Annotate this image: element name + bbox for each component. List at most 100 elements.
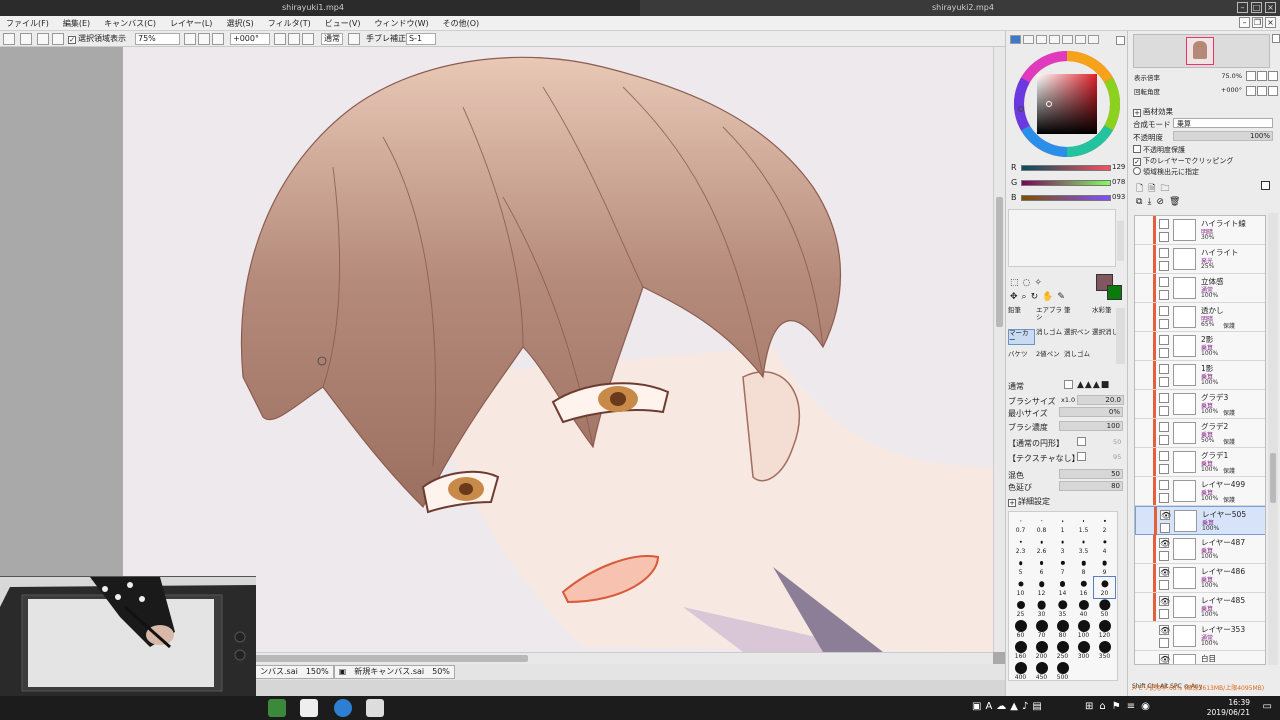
blend-row[interactable]: 混色 50 <box>1007 469 1125 480</box>
brush-size-preset[interactable]: 0.8 <box>1031 514 1052 535</box>
eye-icon[interactable]: 👁 <box>1160 510 1171 520</box>
invert-selection-icon[interactable] <box>52 33 64 45</box>
layer-row[interactable]: レイヤー499 乗算 100% 保護 <box>1135 477 1265 506</box>
nav-zoom-out-icon[interactable] <box>1246 71 1256 81</box>
vscroll-thumb[interactable] <box>996 197 1003 327</box>
clock[interactable]: 16:39 2019/06/21 <box>1207 698 1250 718</box>
nav-rotate-left-icon[interactable] <box>1246 86 1256 96</box>
detail-settings-toggle[interactable]: + 詳細設定 <box>1007 495 1125 507</box>
layer-row[interactable]: 1影 乗算 100% <box>1135 361 1265 390</box>
layer-row[interactable]: 2影 乗算 100% <box>1135 332 1265 361</box>
eye-icon[interactable]: 👁 <box>1159 538 1170 548</box>
tool-brush[interactable]: 筆 <box>1064 307 1091 323</box>
tool-eraser-2[interactable]: 消しゴム <box>1064 351 1091 367</box>
tool-binary-pen[interactable]: 2値ペン <box>1036 351 1063 367</box>
selection-display-checkbox[interactable]: ✓ <box>68 36 76 44</box>
navigator-preview[interactable] <box>1133 34 1270 68</box>
canvas-vertical-scrollbar[interactable] <box>993 47 1005 652</box>
maximize-icon[interactable]: □ <box>1251 2 1262 13</box>
brush-size-preset[interactable]: 20 <box>1093 576 1116 599</box>
doc-tab-1[interactable]: ンバス.sai 150% <box>255 665 334 679</box>
eye-icon[interactable] <box>1159 393 1169 403</box>
swatch-tab-icon[interactable] <box>1049 35 1060 44</box>
blend-mode-row[interactable]: 合成モード 乗算 <box>1133 118 1273 130</box>
color-wheel-tab-icon[interactable] <box>1010 35 1021 44</box>
layer-row[interactable]: グラデ1 乗算 100% 保護 <box>1135 448 1265 477</box>
brush-edge-icons[interactable]: ▲▲▲■ <box>1077 380 1110 390</box>
lasso-icon[interactable]: ◌ <box>1023 278 1035 288</box>
canvas-horizontal-scrollbar[interactable] <box>250 652 993 664</box>
min-size-row[interactable]: 最小サイズ 0% <box>1007 407 1125 418</box>
layer-scrollbar[interactable] <box>1268 213 1278 665</box>
layer-lock-icon[interactable] <box>1160 523 1170 533</box>
new-layer-icon[interactable]: 🗋 <box>1136 181 1143 197</box>
blend-mode-select[interactable]: 乗算 <box>1173 118 1273 128</box>
brush-size-preset[interactable]: 9 <box>1094 556 1115 577</box>
brush-size-preset[interactable]: 2.6 <box>1031 535 1052 556</box>
canvas-artwork[interactable] <box>123 47 993 652</box>
brush-size-preset[interactable]: 300 <box>1073 640 1094 661</box>
tool-airbrush[interactable]: エアブラシ <box>1036 307 1063 323</box>
rotate-left-icon[interactable] <box>274 33 286 45</box>
clipping-option[interactable]: ✓ 下のレイヤーでクリッピング <box>1133 156 1233 166</box>
new-folder-icon[interactable]: 🗀 <box>1161 181 1170 197</box>
brush-size-preset[interactable]: 8 <box>1073 556 1094 577</box>
rgb-slider-tab-icon[interactable] <box>1023 35 1034 44</box>
layer-lock-icon[interactable] <box>1159 290 1169 300</box>
brush-size-preset[interactable]: 200 <box>1031 640 1052 661</box>
opacity-protect-checkbox[interactable] <box>1133 145 1141 153</box>
brush-size-preset[interactable]: 3.5 <box>1073 535 1094 556</box>
opacity-row[interactable]: 不透明度 100% <box>1133 131 1273 143</box>
stabilizer-select[interactable]: S-1 <box>406 33 436 45</box>
eye-icon[interactable]: 👁 <box>1159 596 1170 606</box>
deselect-icon[interactable] <box>37 33 49 45</box>
brush-size-preset[interactable]: 450 <box>1031 661 1052 682</box>
navigator-menu-icon[interactable] <box>1272 34 1280 43</box>
brush-size-preset[interactable]: 4 <box>1094 535 1115 556</box>
rotation-select[interactable]: +000° <box>230 33 270 45</box>
eye-icon[interactable] <box>1159 248 1169 258</box>
opacity-protect-option[interactable]: 不透明度保護 <box>1133 145 1185 155</box>
undo-icon[interactable] <box>3 33 15 45</box>
eye-icon[interactable] <box>1159 422 1169 432</box>
menu-canvas[interactable]: キャンバス(C) <box>104 18 156 29</box>
zoom-out-icon[interactable] <box>184 33 196 45</box>
menu-other[interactable]: その他(O) <box>443 18 480 29</box>
tray-icons[interactable]: ▣A☁▲♪▤ <box>972 701 1046 712</box>
eye-icon[interactable] <box>1159 219 1169 229</box>
brush-size-preset[interactable]: 350 <box>1094 640 1115 661</box>
eye-icon[interactable] <box>1159 364 1169 374</box>
menu-layer[interactable]: レイヤー(L) <box>170 18 212 29</box>
brush-size-row[interactable]: ブラシサイズ x1.0 20.0 <box>1007 395 1125 406</box>
app-close-icon[interactable]: × <box>1265 17 1276 28</box>
brush-size-preset[interactable]: 1 <box>1052 514 1073 535</box>
menu-window[interactable]: ウィンドウ(W) <box>374 18 428 29</box>
app-restore-icon[interactable]: ❐ <box>1252 17 1263 28</box>
brush-size-preset[interactable]: 3 <box>1052 535 1073 556</box>
layer-row[interactable]: 👁 レイヤー486 乗算 100% <box>1135 564 1265 593</box>
brush-shape-dropdown-icon[interactable] <box>1077 437 1086 446</box>
brush-size-preset[interactable]: 120 <box>1094 619 1115 640</box>
nav-rotate-reset-icon[interactable] <box>1268 86 1278 96</box>
layer-row[interactable]: ハイライト 発光 25% <box>1135 245 1265 274</box>
brush-texture-dropdown-icon[interactable] <box>1077 452 1086 461</box>
zoom-in-icon[interactable] <box>198 33 210 45</box>
eyedropper-icon[interactable]: ✎ <box>1057 292 1069 302</box>
layer-panel-menu-icon[interactable] <box>1261 181 1270 190</box>
brush-size-preset[interactable]: 30 <box>1031 598 1052 619</box>
layer-lock-icon[interactable] <box>1159 319 1169 329</box>
rotate-right-icon[interactable] <box>288 33 300 45</box>
app-minimize-icon[interactable]: – <box>1239 17 1250 28</box>
red-slider[interactable]: R 129 <box>1008 162 1126 174</box>
brush-mode-row[interactable]: 通常 ▲▲▲■ <box>1007 380 1125 391</box>
tool-scrollbar[interactable] <box>1116 308 1125 364</box>
layer-lock-icon[interactable] <box>1159 406 1169 416</box>
taskbar-app-icon-3[interactable] <box>334 699 352 717</box>
navigator-viewport[interactable] <box>1186 37 1214 65</box>
brush-size-preset[interactable]: 50 <box>1094 598 1115 619</box>
brush-size-preset[interactable]: 16 <box>1073 577 1094 598</box>
green-slider[interactable]: G 078 <box>1008 177 1126 189</box>
flip-icon[interactable] <box>348 33 360 45</box>
zoom-select[interactable]: 75% <box>135 33 180 45</box>
area-source-checkbox[interactable] <box>1133 167 1141 175</box>
